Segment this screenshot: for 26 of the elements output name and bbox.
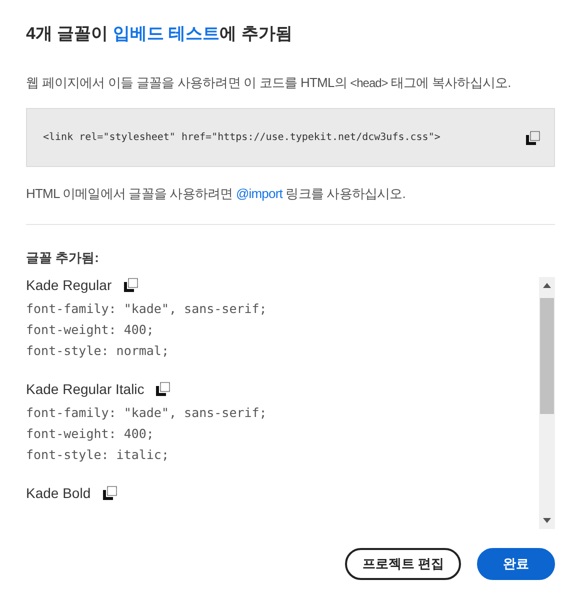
copy-icon[interactable] [124,278,138,292]
project-link[interactable]: 입베드 테스트 [112,24,220,43]
embed-code: <link rel="stylesheet" href="https://use.typekit.net/dcw3ufs.css"> [43,132,440,143]
scrollbar-thumb[interactable] [540,298,554,414]
copy-icon[interactable] [102,486,117,500]
font-name: Kade Regular [26,277,112,293]
import-link[interactable]: @import [236,186,282,201]
font-name: Kade Regular Italic [26,381,144,397]
dialog-title: 4개 글꼴이 입베드 테스트에 추가됨 [26,23,294,45]
done-button[interactable]: 완료 [477,548,555,580]
copy-icon[interactable] [526,130,540,144]
font-name: Kade Bold [26,485,91,501]
copy-icon[interactable] [156,382,170,396]
css-line: font-style: normal; [26,342,170,360]
edit-project-button[interactable]: 프로젝트 편집 [345,548,461,580]
css-line: font-style: italic; [26,446,170,464]
fonts-heading: 글꼴 추가됨: [26,249,100,267]
css-line: font-weight: 400; [26,425,155,443]
css-line: font-family: "kade", sans-serif; [26,300,268,318]
web-instruction-text: 웹 페이지에서 이들 글꼴을 사용하려면 이 코드를 HTML의 <head> 태그에 복사하십시오. [26,74,512,92]
scrollbar[interactable] [539,277,555,529]
scroll-up-icon[interactable] [543,283,551,288]
css-line: font-family: "kade", sans-serif; [26,404,268,422]
css-line: font-weight: 400; [26,321,155,339]
email-instruction-text: HTML 이메일에서 글꼴을 사용하려면 @import 링크를 사용하십시오. [26,185,407,203]
scroll-down-icon[interactable] [543,518,551,523]
